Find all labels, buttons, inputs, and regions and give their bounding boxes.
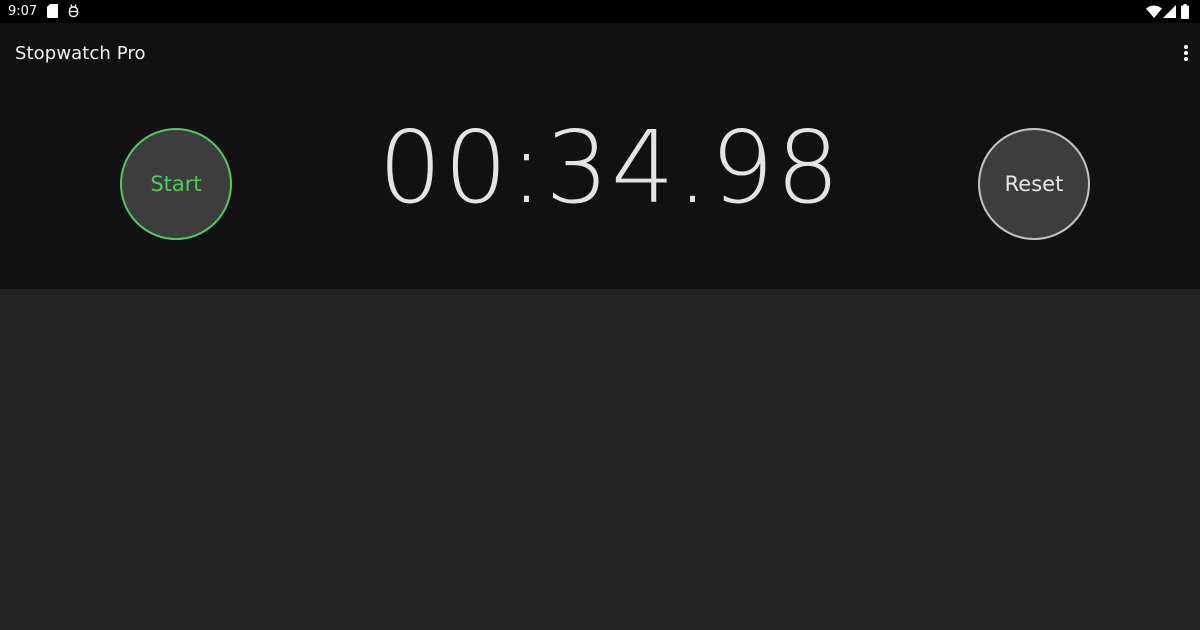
elapsed-time-display: 00:34.98 <box>378 109 842 226</box>
reset-button-label: Reset <box>1004 172 1064 196</box>
debug-icon <box>68 4 79 18</box>
sd-card-icon <box>47 4 58 18</box>
start-button-label: Start <box>150 172 202 196</box>
wifi-icon <box>1146 5 1162 18</box>
more-options-button[interactable] <box>1170 39 1200 71</box>
status-bar: 9:07 <box>0 0 1200 23</box>
signal-icon <box>1163 5 1176 18</box>
reset-button[interactable]: Reset <box>978 128 1090 240</box>
stopwatch-screen: 9:07 Stopwatch Pro Start 00:34.98 Reset <box>0 0 1200 630</box>
app-title: Stopwatch Pro <box>15 43 146 64</box>
battery-icon <box>1181 4 1189 19</box>
status-time: 9:07 <box>8 4 38 19</box>
more-vert-icon <box>1184 45 1188 61</box>
stopwatch-header: Stopwatch Pro Start 00:34.98 Reset <box>0 23 1200 289</box>
laps-area <box>0 289 1200 630</box>
start-button[interactable]: Start <box>120 128 232 240</box>
